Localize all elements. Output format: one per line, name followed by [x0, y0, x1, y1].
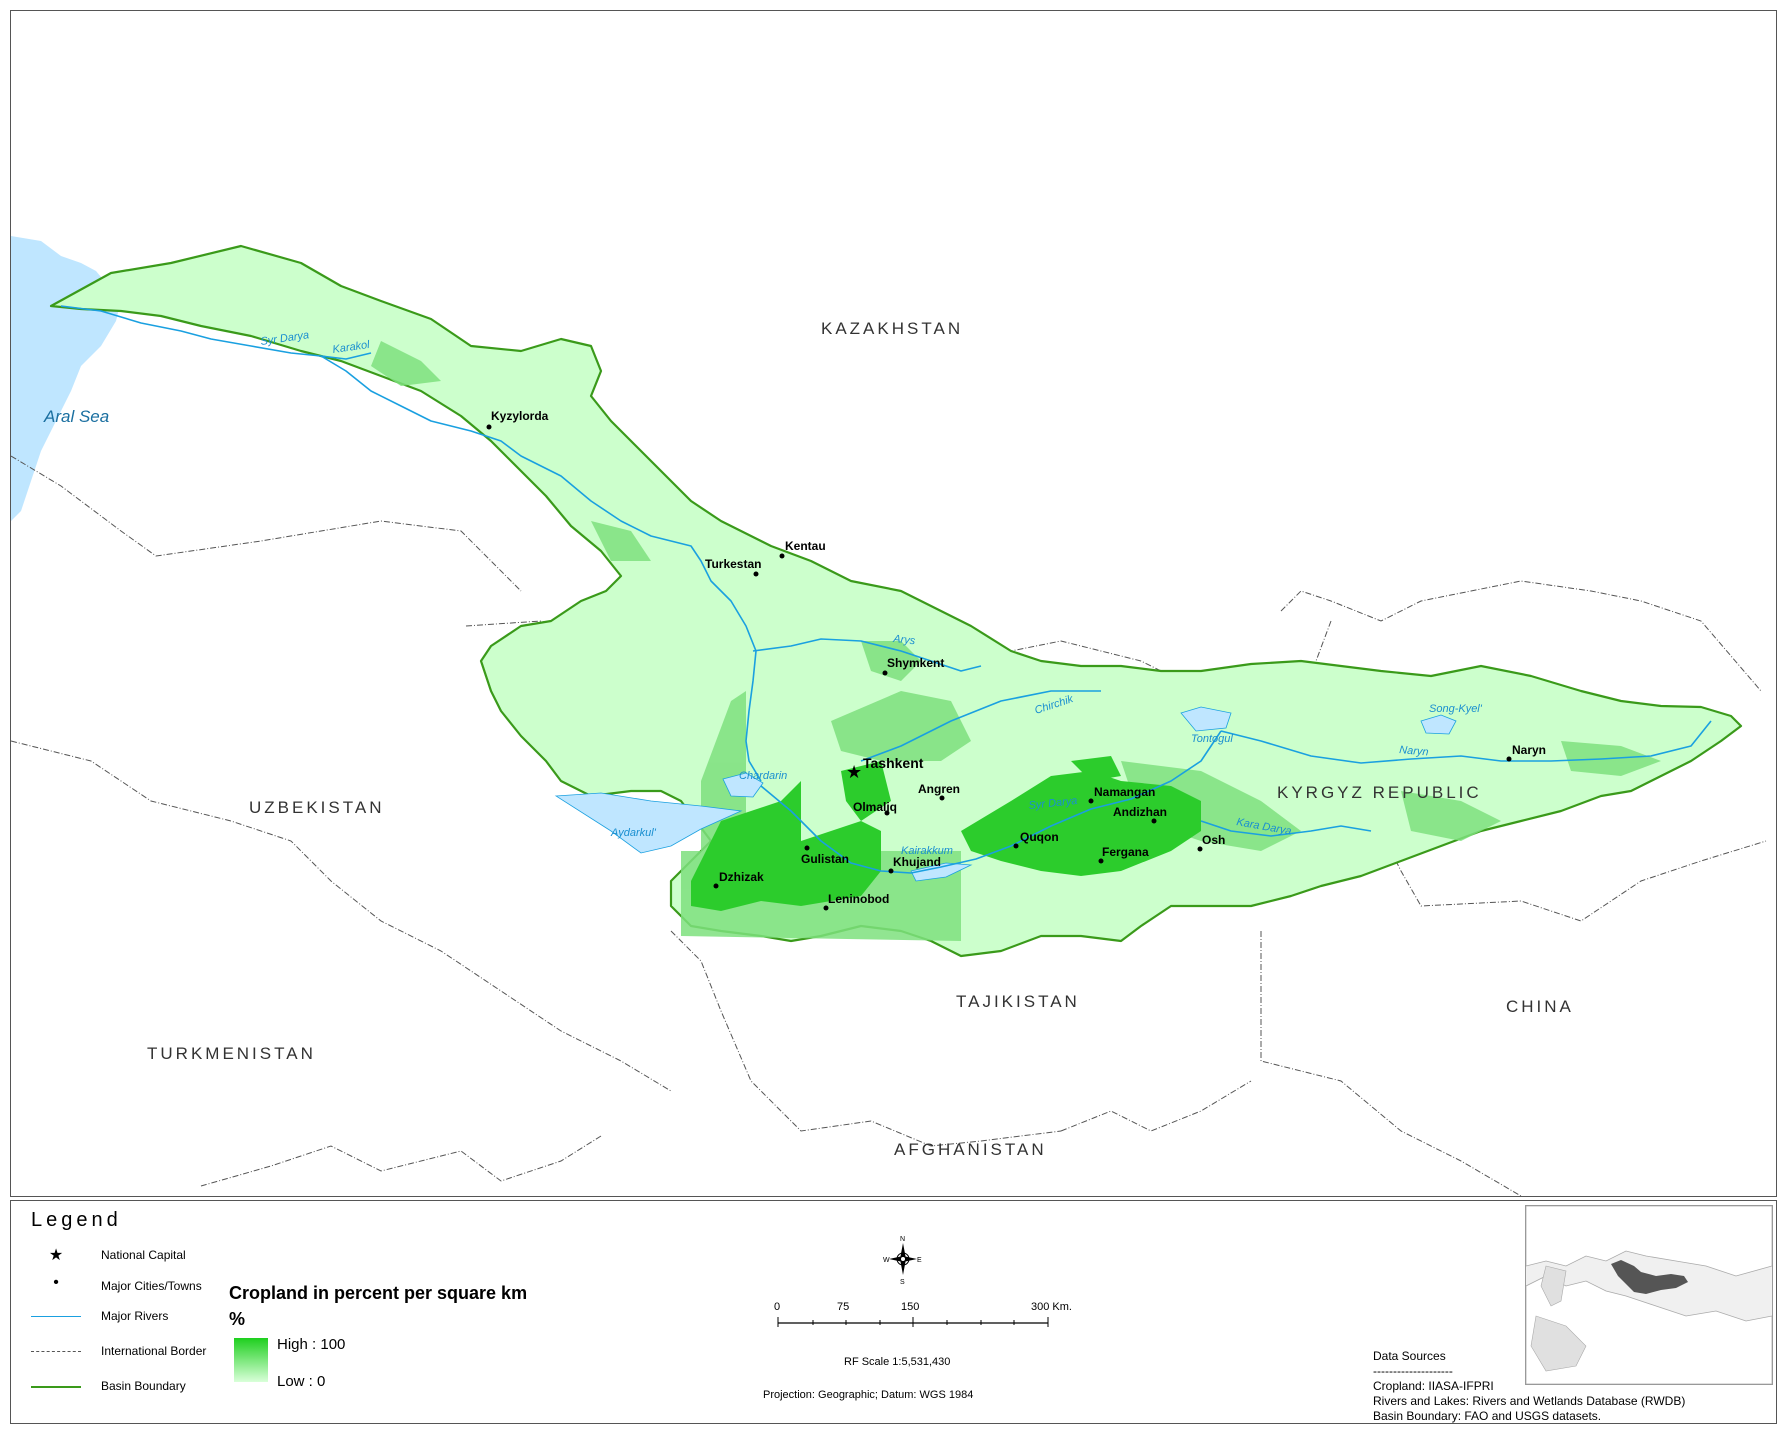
- legend-international-border: International Border: [101, 1344, 207, 1358]
- svg-text:N: N: [900, 1236, 905, 1243]
- legend-major-rivers: Major Rivers: [101, 1309, 169, 1323]
- scale-bar: [777, 1317, 1049, 1327]
- north-arrow-icon: N S W E: [883, 1236, 922, 1285]
- water-label-tontogul: Tontogul: [1191, 733, 1233, 745]
- river-label-arys: Arys: [892, 633, 917, 647]
- city-label-fergana: Fergana: [1102, 845, 1149, 859]
- border-line-icon: [31, 1351, 81, 1352]
- inset-locator-map: [1525, 1205, 1773, 1385]
- city-dot-angren: [939, 795, 945, 801]
- city-label-naryn: Naryn: [1512, 743, 1546, 757]
- country-label-afghanistan: AFGHANISTAN: [894, 1140, 1047, 1159]
- city-dot-quqon: [1013, 843, 1019, 849]
- svg-text:E: E: [917, 1257, 922, 1264]
- water-label-aral-sea: Aral Sea: [43, 407, 109, 426]
- city-label-kentau: Kentau: [785, 539, 826, 553]
- svg-text:W: W: [883, 1257, 890, 1264]
- star-icon: ★: [48, 1247, 64, 1264]
- city-label-khujand: Khujand: [893, 855, 941, 869]
- city-label-namangan: Namangan: [1094, 785, 1155, 799]
- data-source-basin: Basin Boundary: FAO and USGS datasets.: [1373, 1409, 1602, 1423]
- city-dot-fergana: [1098, 858, 1104, 864]
- city-label-leninobod: Leninobod: [828, 892, 889, 906]
- country-label-kyrgyz-republic: KYRGYZ REPUBLIC: [1277, 783, 1482, 802]
- inset-basin-highlight: [1611, 1260, 1688, 1294]
- country-label-china: CHINA: [1506, 997, 1574, 1016]
- country-label-tajikistan: TAJIKISTAN: [956, 992, 1080, 1011]
- country-label-turkmenistan: TURKMENISTAN: [147, 1044, 316, 1063]
- river-label-naryn: Naryn: [1399, 744, 1429, 759]
- city-dot-shymkent: [882, 670, 888, 676]
- scale-tick-300: 300 Km.: [1031, 1301, 1072, 1313]
- city-dot-leninobod: [823, 905, 829, 911]
- city-dot-gulistan: [804, 845, 810, 851]
- scale-tick-150: 150: [901, 1301, 920, 1313]
- scale-tick-0: 0: [774, 1301, 781, 1313]
- city-label-kyzylorda: Kyzylorda: [491, 409, 549, 423]
- city-dot-andizhan: [1151, 818, 1157, 824]
- city-label-quqon: Quqon: [1020, 830, 1059, 844]
- svg-text:S: S: [900, 1279, 905, 1285]
- city-label-tashkent: Tashkent: [863, 755, 924, 771]
- city-dot-khujand: [888, 868, 894, 874]
- city-dot-turkestan: [753, 571, 759, 577]
- water-label-song-kyel: Song-Kyel': [1429, 703, 1483, 715]
- city-label-osh: Osh: [1202, 833, 1225, 847]
- city-label-shymkent: Shymkent: [887, 656, 944, 670]
- basin-line-icon: [31, 1386, 81, 1388]
- projection-note: Projection: Geographic; Datum: WGS 1984: [763, 1389, 974, 1401]
- cropland-legend-title: Cropland in percent per square km: [229, 1283, 528, 1303]
- scale-tick-75: 75: [837, 1301, 850, 1313]
- river-line-icon: [31, 1316, 81, 1317]
- cropland-legend-unit: %: [229, 1309, 246, 1329]
- city-dot-dzhizak: [713, 883, 719, 889]
- legend-national-capital: National Capital: [101, 1248, 186, 1262]
- inset-map-canvas: [1525, 1205, 1773, 1385]
- city-dot-kyzylorda: [486, 424, 492, 430]
- city-label-olmaliq: Olmaliq: [853, 800, 897, 814]
- country-label-uzbekistan: UZBEKISTAN: [249, 798, 384, 817]
- city-dot-osh: [1197, 846, 1203, 852]
- city-dot-icon: •: [53, 1274, 59, 1291]
- legend-title: Legend: [31, 1209, 122, 1231]
- map-canvas: KAZAKHSTAN UZBEKISTAN KYRGYZ REPUBLIC TA…: [10, 236, 1767, 1197]
- city-dot-namangan: [1088, 798, 1094, 804]
- basin-area: [49, 244, 1743, 958]
- city-label-gulistan: Gulistan: [801, 852, 849, 866]
- map-frame: KAZAKHSTAN UZBEKISTAN KYRGYZ REPUBLIC TA…: [10, 10, 1777, 1197]
- city-label-dzhizak: Dzhizak: [719, 870, 764, 884]
- water-label-chardarin: Chardarin: [739, 770, 787, 782]
- country-label-kazakhstan: KAZAKHSTAN: [821, 319, 963, 338]
- star-icon: ★: [846, 762, 862, 782]
- cropland-high-label: High : 100: [277, 1336, 346, 1353]
- legend-basin-boundary: Basin Boundary: [101, 1379, 186, 1393]
- city-dot-naryn: [1506, 756, 1512, 762]
- data-source-rivers: Rivers and Lakes: Rivers and Wetlands Da…: [1373, 1394, 1686, 1408]
- water-label-aydarkul: Aydarkul': [610, 827, 657, 839]
- city-label-andizhan: Andizhan: [1113, 805, 1167, 819]
- cropland-low-label: Low : 0: [277, 1373, 326, 1390]
- city-dot-kentau: [779, 553, 785, 559]
- rf-scale: RF Scale 1:5,531,430: [844, 1356, 951, 1368]
- cropland-color-ramp: [234, 1338, 268, 1382]
- legend-panel: Legend ★ National Capital • Major Cities…: [10, 1200, 1777, 1424]
- city-label-angren: Angren: [918, 782, 960, 796]
- city-label-turkestan: Turkestan: [705, 557, 761, 571]
- legend-major-cities: Major Cities/Towns: [101, 1279, 202, 1293]
